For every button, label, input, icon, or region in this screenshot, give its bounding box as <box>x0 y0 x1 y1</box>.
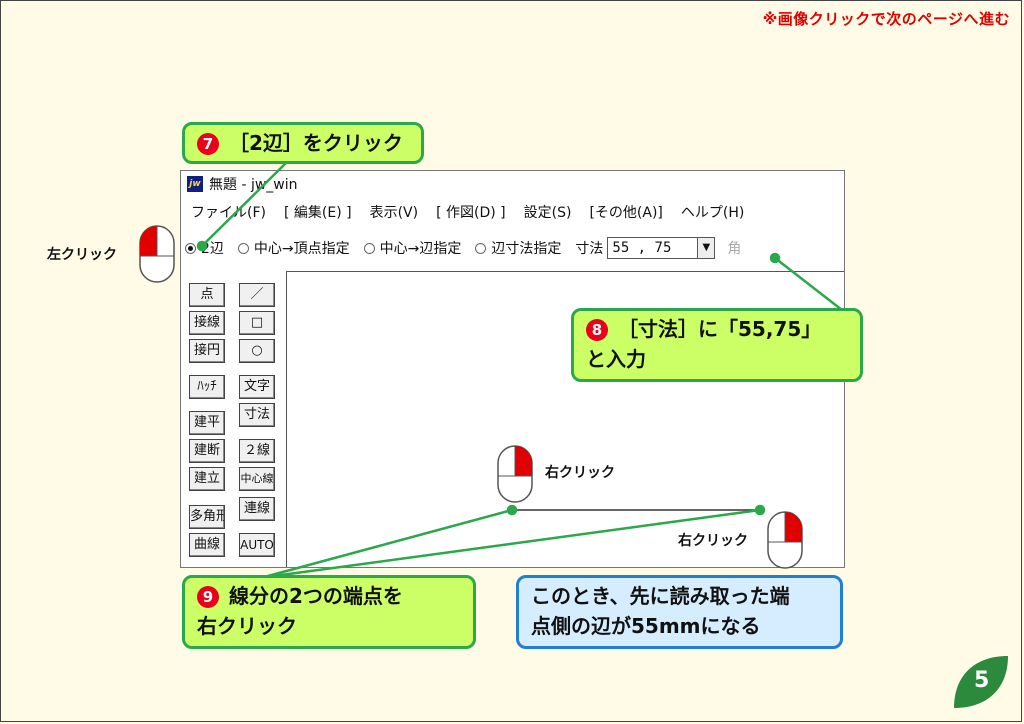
page-number-badge: 5 <box>948 650 1012 714</box>
endpoint-1-dot <box>506 504 518 516</box>
page-number: 5 <box>974 668 990 693</box>
leader-step9-b <box>273 508 761 578</box>
mouse-right-click-icon <box>497 445 533 503</box>
leader-step7-dot <box>196 240 208 252</box>
mouse-right-click-icon <box>767 511 803 569</box>
leader-step7 <box>201 162 287 247</box>
endpoint-2-dot <box>754 504 766 516</box>
leader-step8 <box>774 257 843 311</box>
leader-step8-dot <box>769 252 781 264</box>
leader-step9-a <box>267 508 513 578</box>
mouse-left-click-icon <box>139 225 175 283</box>
annotation-overlay <box>139 162 843 578</box>
